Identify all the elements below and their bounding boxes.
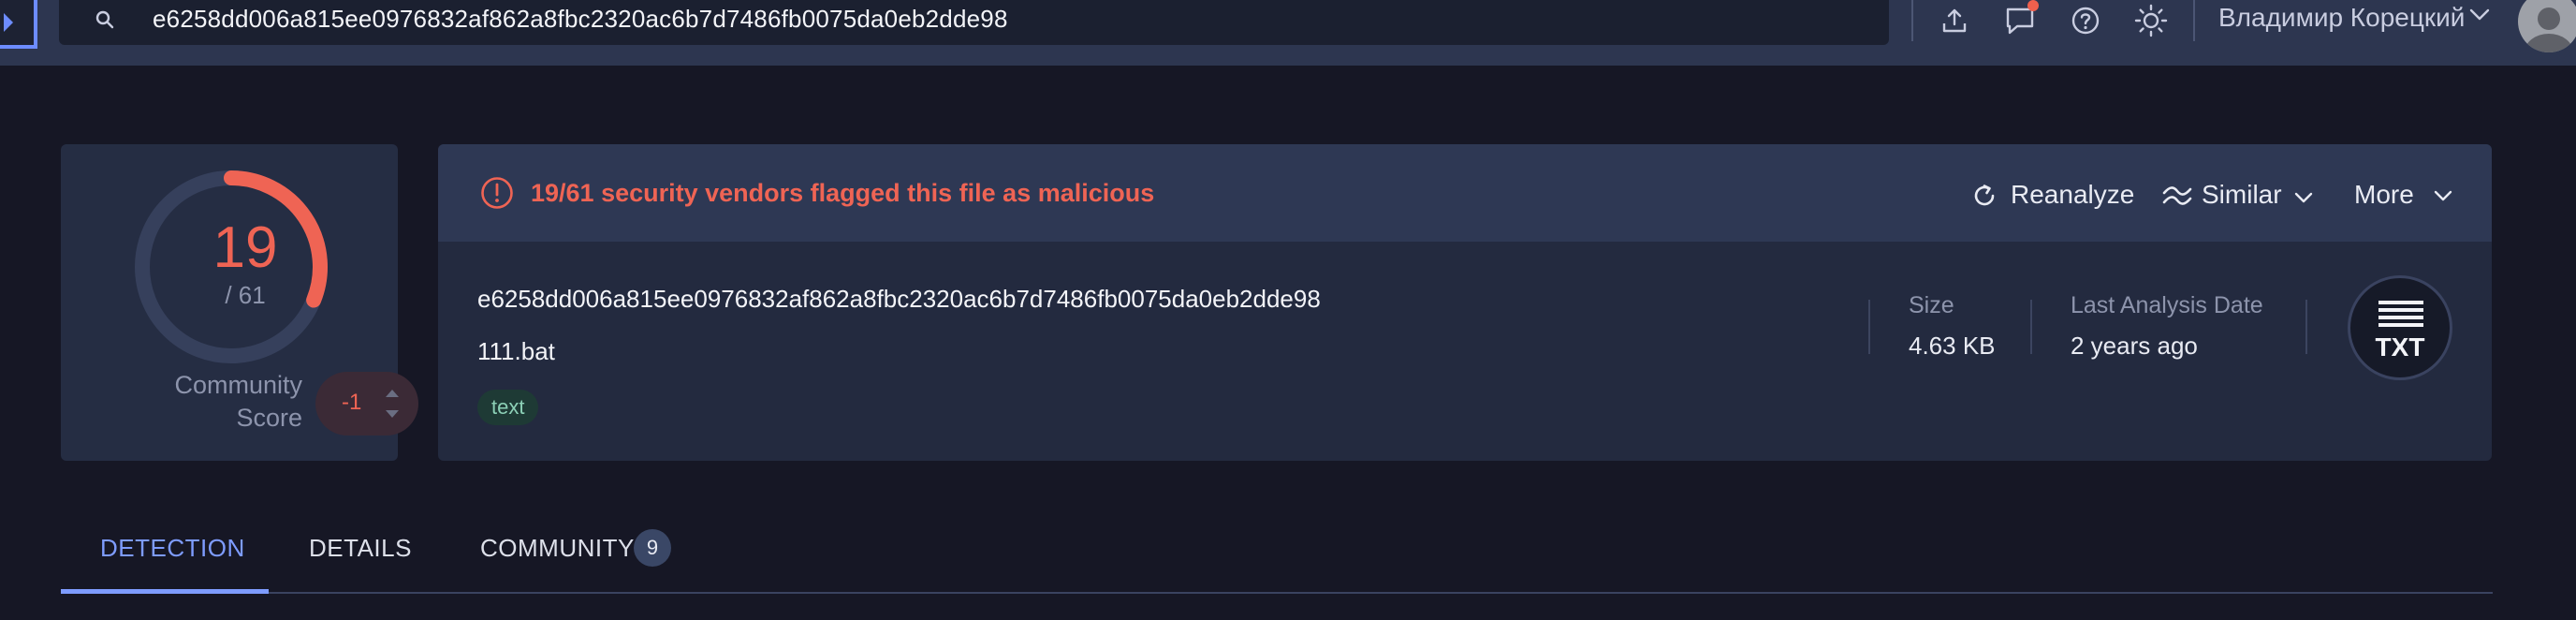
search-icon: [95, 10, 114, 29]
top-bar: e6258dd006a815ee0976832af862a8fbc2320ac6…: [0, 0, 2576, 66]
search-input[interactable]: e6258dd006a815ee0976832af862a8fbc2320ac6…: [153, 5, 1008, 34]
meta-divider: [2305, 300, 2307, 354]
user-menu[interactable]: Владимир Корецкий: [2218, 3, 2465, 33]
notification-dot: [2027, 0, 2039, 11]
avatar[interactable]: [2518, 0, 2576, 52]
last-analysis-value: 2 years ago: [2071, 332, 2198, 360]
home-logo[interactable]: [0, 0, 37, 49]
vote-arrows: [386, 390, 399, 418]
meta-divider: [1868, 300, 1870, 354]
detections-count: 19: [212, 215, 278, 280]
help-icon[interactable]: [2063, 0, 2108, 41]
search-bar[interactable]: e6258dd006a815ee0976832af862a8fbc2320ac6…: [59, 0, 1889, 45]
active-tab-indicator: [61, 589, 269, 594]
file-summary-card: 19/61 security vendors flagged this file…: [438, 144, 2492, 461]
similar-label: Similar: [2202, 180, 2282, 209]
upload-icon[interactable]: [1932, 0, 1977, 41]
downvote-icon[interactable]: [386, 410, 399, 418]
detection-score-card: 19 / 61 Community Score -1: [61, 144, 418, 461]
tab-details[interactable]: DETAILS: [309, 534, 412, 563]
meta-divider: [2030, 300, 2032, 354]
file-name: 111.bat: [477, 337, 555, 365]
community-score-label: Community Score: [89, 369, 302, 435]
chat-icon[interactable]: [1998, 0, 2042, 41]
file-type-badge-label: TXT: [2375, 332, 2425, 362]
reanalyze-button[interactable]: Reanalyze: [1971, 180, 2134, 210]
alert-bar: 19/61 security vendors flagged this file…: [438, 144, 2492, 242]
document-lines-icon: [2378, 301, 2423, 327]
more-label: More: [2354, 180, 2414, 209]
community-score-pill: -1: [315, 372, 418, 435]
more-button[interactable]: More: [2354, 180, 2452, 210]
alert-message: 19/61 security vendors flagged this file…: [531, 179, 1155, 207]
chevron-down-icon: [2434, 190, 2452, 201]
file-hash[interactable]: e6258dd006a815ee0976832af862a8fbc2320ac6…: [477, 285, 1321, 314]
chevron-down-icon: [2294, 192, 2313, 203]
theme-toggle-icon[interactable]: [2129, 0, 2174, 41]
toolbar-divider: [2193, 0, 2195, 41]
tab-bar-baseline: [61, 592, 2493, 594]
community-count-badge: 9: [634, 529, 671, 567]
size-label: Size: [1909, 292, 1954, 318]
tab-detection[interactable]: DETECTION: [100, 534, 245, 563]
file-type-badge: TXT: [2348, 275, 2452, 380]
community-label-line1: Community: [174, 371, 302, 399]
toolbar-divider: [1911, 0, 1913, 41]
engines-total: / 61: [225, 281, 266, 309]
similar-icon: [2162, 186, 2192, 205]
alert-circle-icon: [481, 177, 513, 209]
upvote-icon[interactable]: [386, 390, 399, 397]
tab-bar: DETECTION DETAILS COMMUNITY 9: [61, 513, 2493, 594]
chevron-down-icon[interactable]: [2468, 7, 2491, 22]
similar-button[interactable]: Similar: [2162, 180, 2313, 210]
reanalyze-label: Reanalyze: [2011, 180, 2135, 209]
file-type-tag[interactable]: text: [477, 390, 539, 425]
tab-community[interactable]: COMMUNITY: [480, 534, 635, 563]
community-label-line2: Score: [236, 404, 302, 432]
size-value: 4.63 KB: [1909, 332, 1996, 360]
chevron-right-icon: [4, 13, 13, 32]
refresh-icon: [1974, 185, 1995, 206]
community-score-value: -1: [342, 390, 362, 415]
last-analysis-label: Last Analysis Date: [2071, 292, 2263, 318]
